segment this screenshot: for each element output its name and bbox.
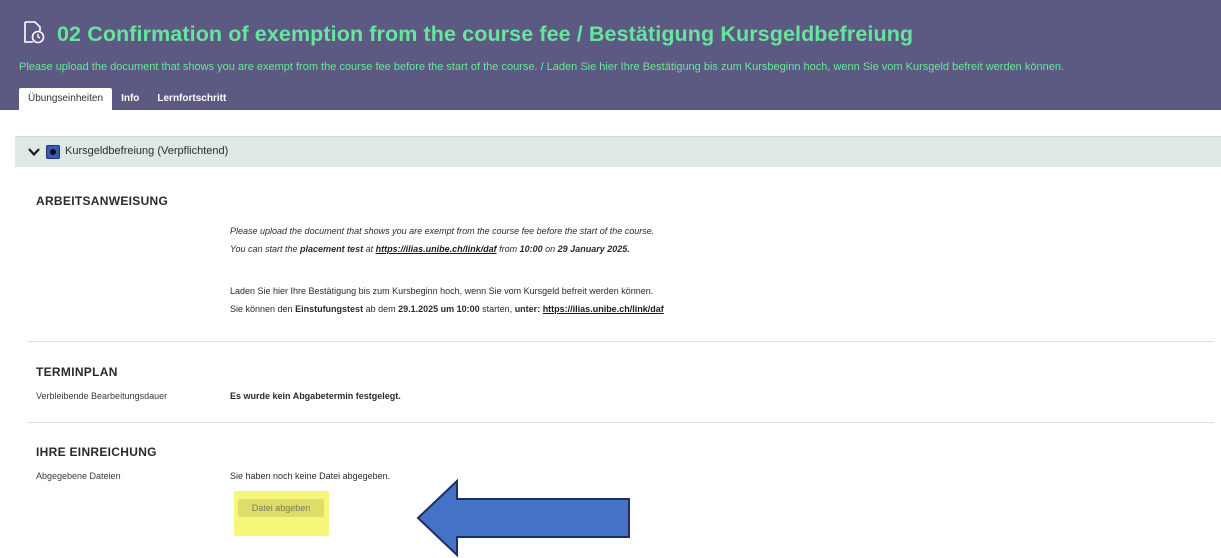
instructions-de-line1: Laden Sie hier Ihre Bestätigung bis zum … <box>230 286 654 296</box>
assignment-section-header[interactable]: Kursgeldbefreiung (Verpflichtend) <box>15 136 1221 167</box>
submitted-files-label: Abgegebene Dateien <box>36 471 121 481</box>
instructions-heading: ARBEITSANWEISUNG <box>36 194 169 208</box>
upload-file-button[interactable]: Datei abgeben <box>238 499 324 517</box>
divider <box>27 341 1214 342</box>
remaining-time-value: Es wurde kein Abgabetermin festgelegt. <box>230 391 401 401</box>
page-title: 02 Confirmation of exemption from the co… <box>57 22 914 46</box>
schedule-heading: TERMINPLAN <box>36 365 118 379</box>
annotation-arrow-left-icon <box>416 478 630 558</box>
instructions-en-line2: You can start the placement test at http… <box>230 244 630 254</box>
tab-uebungseinheiten[interactable]: Übungseinheiten <box>19 88 113 110</box>
instructions-en-line1: Please upload the document that shows yo… <box>230 226 655 236</box>
placement-test-link[interactable]: https://ilias.unibe.ch/link/daf <box>376 244 497 254</box>
instructions-de-line2: Sie können den Einstufungstest ab dem 29… <box>230 304 664 314</box>
remaining-time-label: Verbleibende Bearbeitungsdauer <box>36 391 168 401</box>
tab-info[interactable]: Info <box>112 88 148 110</box>
einstufungstest-link[interactable]: https://ilias.unibe.ch/link/daf <box>543 304 664 314</box>
chevron-down-icon[interactable] <box>28 147 40 157</box>
section-label: Kursgeldbefreiung (Verpflichtend) <box>65 145 229 157</box>
tab-lernfortschritt[interactable]: Lernfortschritt <box>148 88 235 110</box>
divider <box>27 422 1214 423</box>
exercise-clock-icon <box>24 21 45 44</box>
submitted-files-value: Sie haben noch keine Datei abgegeben. <box>230 471 391 481</box>
page-description: Please upload the document that shows yo… <box>19 61 1064 73</box>
tab-bar: Übungseinheiten Info Lernfortschritt <box>19 88 235 110</box>
status-icon <box>46 145 60 159</box>
page-header: 02 Confirmation of exemption from the co… <box>0 0 1221 110</box>
submission-heading: IHRE EINREICHUNG <box>36 445 157 459</box>
